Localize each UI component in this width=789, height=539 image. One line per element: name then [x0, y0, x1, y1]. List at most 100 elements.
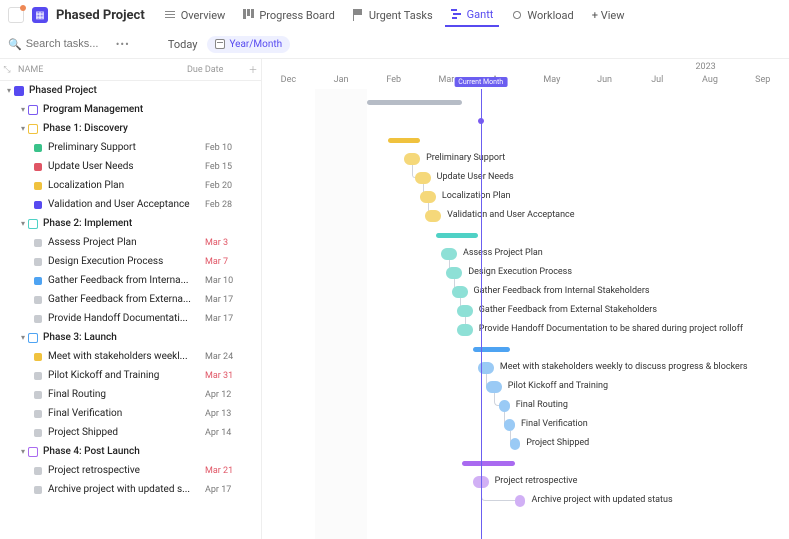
gantt-task-bar[interactable] [504, 419, 515, 431]
view-tabs: Overview Progress Board Urgent Tasks Gantt W… [159, 4, 631, 27]
task-row[interactable]: Project ShippedApr 14 [0, 423, 261, 442]
disclosure-icon[interactable]: ▾ [18, 124, 28, 133]
tab-label: Urgent Tasks [369, 9, 433, 22]
group-row[interactable]: ▾Program Management [0, 100, 261, 119]
task-row[interactable]: Preliminary SupportFeb 10 [0, 138, 261, 157]
status-bullet [34, 144, 42, 152]
gantt-task-bar[interactable] [441, 248, 457, 260]
gantt-task-bar[interactable] [510, 438, 521, 450]
task-row[interactable]: Project retrospectiveMar 21 [0, 461, 261, 480]
task-row[interactable]: Gather Feedback from Externa...Mar 17 [0, 290, 261, 309]
app-header: ▦ Phased Project OverviewProgress BoardU… [0, 0, 789, 30]
gantt-task-label: Provide Handoff Documentation to be shar… [479, 324, 743, 334]
status-bullet [34, 486, 42, 494]
status-bullet [34, 258, 42, 266]
folder-icon [14, 86, 24, 96]
group-row[interactable]: ▾Phase 2: Implement [0, 214, 261, 233]
gantt-group-bar[interactable] [462, 461, 515, 466]
flag-icon [353, 9, 365, 21]
row-name: Final Verification [48, 408, 205, 419]
task-row[interactable]: Localization PlanFeb 20 [0, 176, 261, 195]
group-row[interactable]: ▾Phase 3: Launch [0, 328, 261, 347]
gantt-task-label: Preliminary Support [426, 153, 505, 163]
gantt-group-bar[interactable] [473, 347, 510, 352]
task-row[interactable]: Final RoutingApr 12 [0, 385, 261, 404]
task-row[interactable]: Design Execution ProcessMar 7 [0, 252, 261, 271]
gantt-task-bar[interactable] [515, 495, 526, 507]
row-name: Provide Handoff Documentati... [48, 313, 205, 324]
status-bullet [34, 277, 42, 285]
row-due-date: Mar 10 [205, 276, 261, 286]
gantt-task-label: Update User Needs [437, 172, 514, 182]
tab-workload[interactable]: Workload [505, 4, 579, 27]
search-icon: 🔍 [8, 38, 22, 51]
task-row[interactable]: Assess Project PlanMar 3 [0, 233, 261, 252]
gantt-task-bar[interactable] [457, 305, 473, 317]
month-label: Jun [578, 75, 631, 89]
status-bullet [34, 353, 42, 361]
gantt-task-bar[interactable] [499, 400, 510, 412]
disclosure-icon[interactable]: ▾ [4, 86, 14, 95]
disclosure-icon[interactable]: ▾ [18, 333, 28, 342]
row-name: Validation and User Acceptance [48, 199, 205, 210]
disclosure-icon[interactable]: ▾ [18, 219, 28, 228]
tab-urgent[interactable]: Urgent Tasks [347, 4, 439, 27]
task-row[interactable]: Pilot Kickoff and TrainingMar 31 [0, 366, 261, 385]
group-row[interactable]: ▾Phase 1: Discovery [0, 119, 261, 138]
status-bullet [34, 201, 42, 209]
task-row[interactable]: Update User NeedsFeb 15 [0, 157, 261, 176]
row-due-date: Feb 28 [205, 200, 261, 210]
gantt-task-bar[interactable] [425, 210, 441, 222]
gantt-group-bar[interactable] [436, 233, 478, 238]
task-row[interactable]: Archive project with updated s...Apr 17 [0, 480, 261, 499]
today-button[interactable]: Today [168, 38, 198, 51]
group-row[interactable]: ▾ Phase 4: Post Launch [0, 442, 261, 461]
row-name: Project retrospective [48, 465, 205, 476]
task-row[interactable]: Meet with stakeholders weekl...Mar 24 [0, 347, 261, 366]
tab-overview[interactable]: Overview [159, 4, 232, 27]
row-due-date: Feb 20 [205, 181, 261, 191]
disclosure-icon[interactable]: ▾ [18, 447, 28, 456]
gantt-task-bar[interactable] [452, 286, 468, 298]
row-name: Phase 4: Post Launch [43, 446, 205, 457]
more-menu[interactable]: ••• [116, 38, 130, 51]
gantt-task-bar[interactable] [415, 172, 431, 184]
current-date-line [481, 89, 482, 539]
add-column-button[interactable]: ＋ [245, 63, 261, 76]
gantt-task-bar[interactable] [446, 267, 462, 279]
range-toggle[interactable]: Year/Month [207, 36, 290, 53]
group-row[interactable]: ▾Phased Project [0, 81, 261, 100]
gantt-task-label: Assess Project Plan [463, 248, 543, 258]
disclosure-icon[interactable]: ▾ [18, 105, 28, 114]
gantt-task-bar[interactable] [457, 324, 473, 336]
search-wrap: 🔍 [8, 38, 106, 51]
gantt-pane[interactable]: 2023 DecJanFebMarAprMayJunJulAugSep Prel… [262, 59, 789, 539]
tab-gantt[interactable]: Gantt [445, 4, 500, 27]
search-input[interactable] [26, 38, 106, 50]
gantt-task-bar[interactable] [486, 381, 502, 393]
month-label: Feb [367, 75, 420, 89]
status-bullet [34, 239, 42, 247]
tab-progress[interactable]: Progress Board [237, 4, 341, 27]
month-label: Dec [262, 75, 315, 89]
row-due-date: Mar 3 [205, 238, 261, 248]
project-title: Phased Project [56, 8, 145, 23]
row-due-date: Feb 10 [205, 143, 261, 153]
app-icon[interactable] [8, 7, 24, 23]
task-row[interactable]: Final VerificationApr 13 [0, 404, 261, 423]
gantt-task-bar[interactable] [404, 153, 420, 165]
tab-addview[interactable]: + View [586, 4, 631, 27]
status-bullet [34, 315, 42, 323]
gantt-group-bar[interactable] [367, 100, 462, 105]
gantt-icon [451, 8, 463, 20]
task-row[interactable]: Provide Handoff Documentati...Mar 17 [0, 309, 261, 328]
tab-label: Overview [181, 9, 226, 22]
task-row[interactable]: Validation and User AcceptanceFeb 28 [0, 195, 261, 214]
collapse-all-icon[interactable]: ⤡ [0, 65, 14, 75]
gantt-task-bar[interactable] [420, 191, 436, 203]
tab-label: Workload [527, 9, 573, 22]
row-name: Final Routing [48, 389, 205, 400]
row-due-date: Apr 14 [205, 428, 261, 438]
task-row[interactable]: Gather Feedback from Interna...Mar 10 [0, 271, 261, 290]
gantt-group-bar[interactable] [388, 138, 420, 143]
